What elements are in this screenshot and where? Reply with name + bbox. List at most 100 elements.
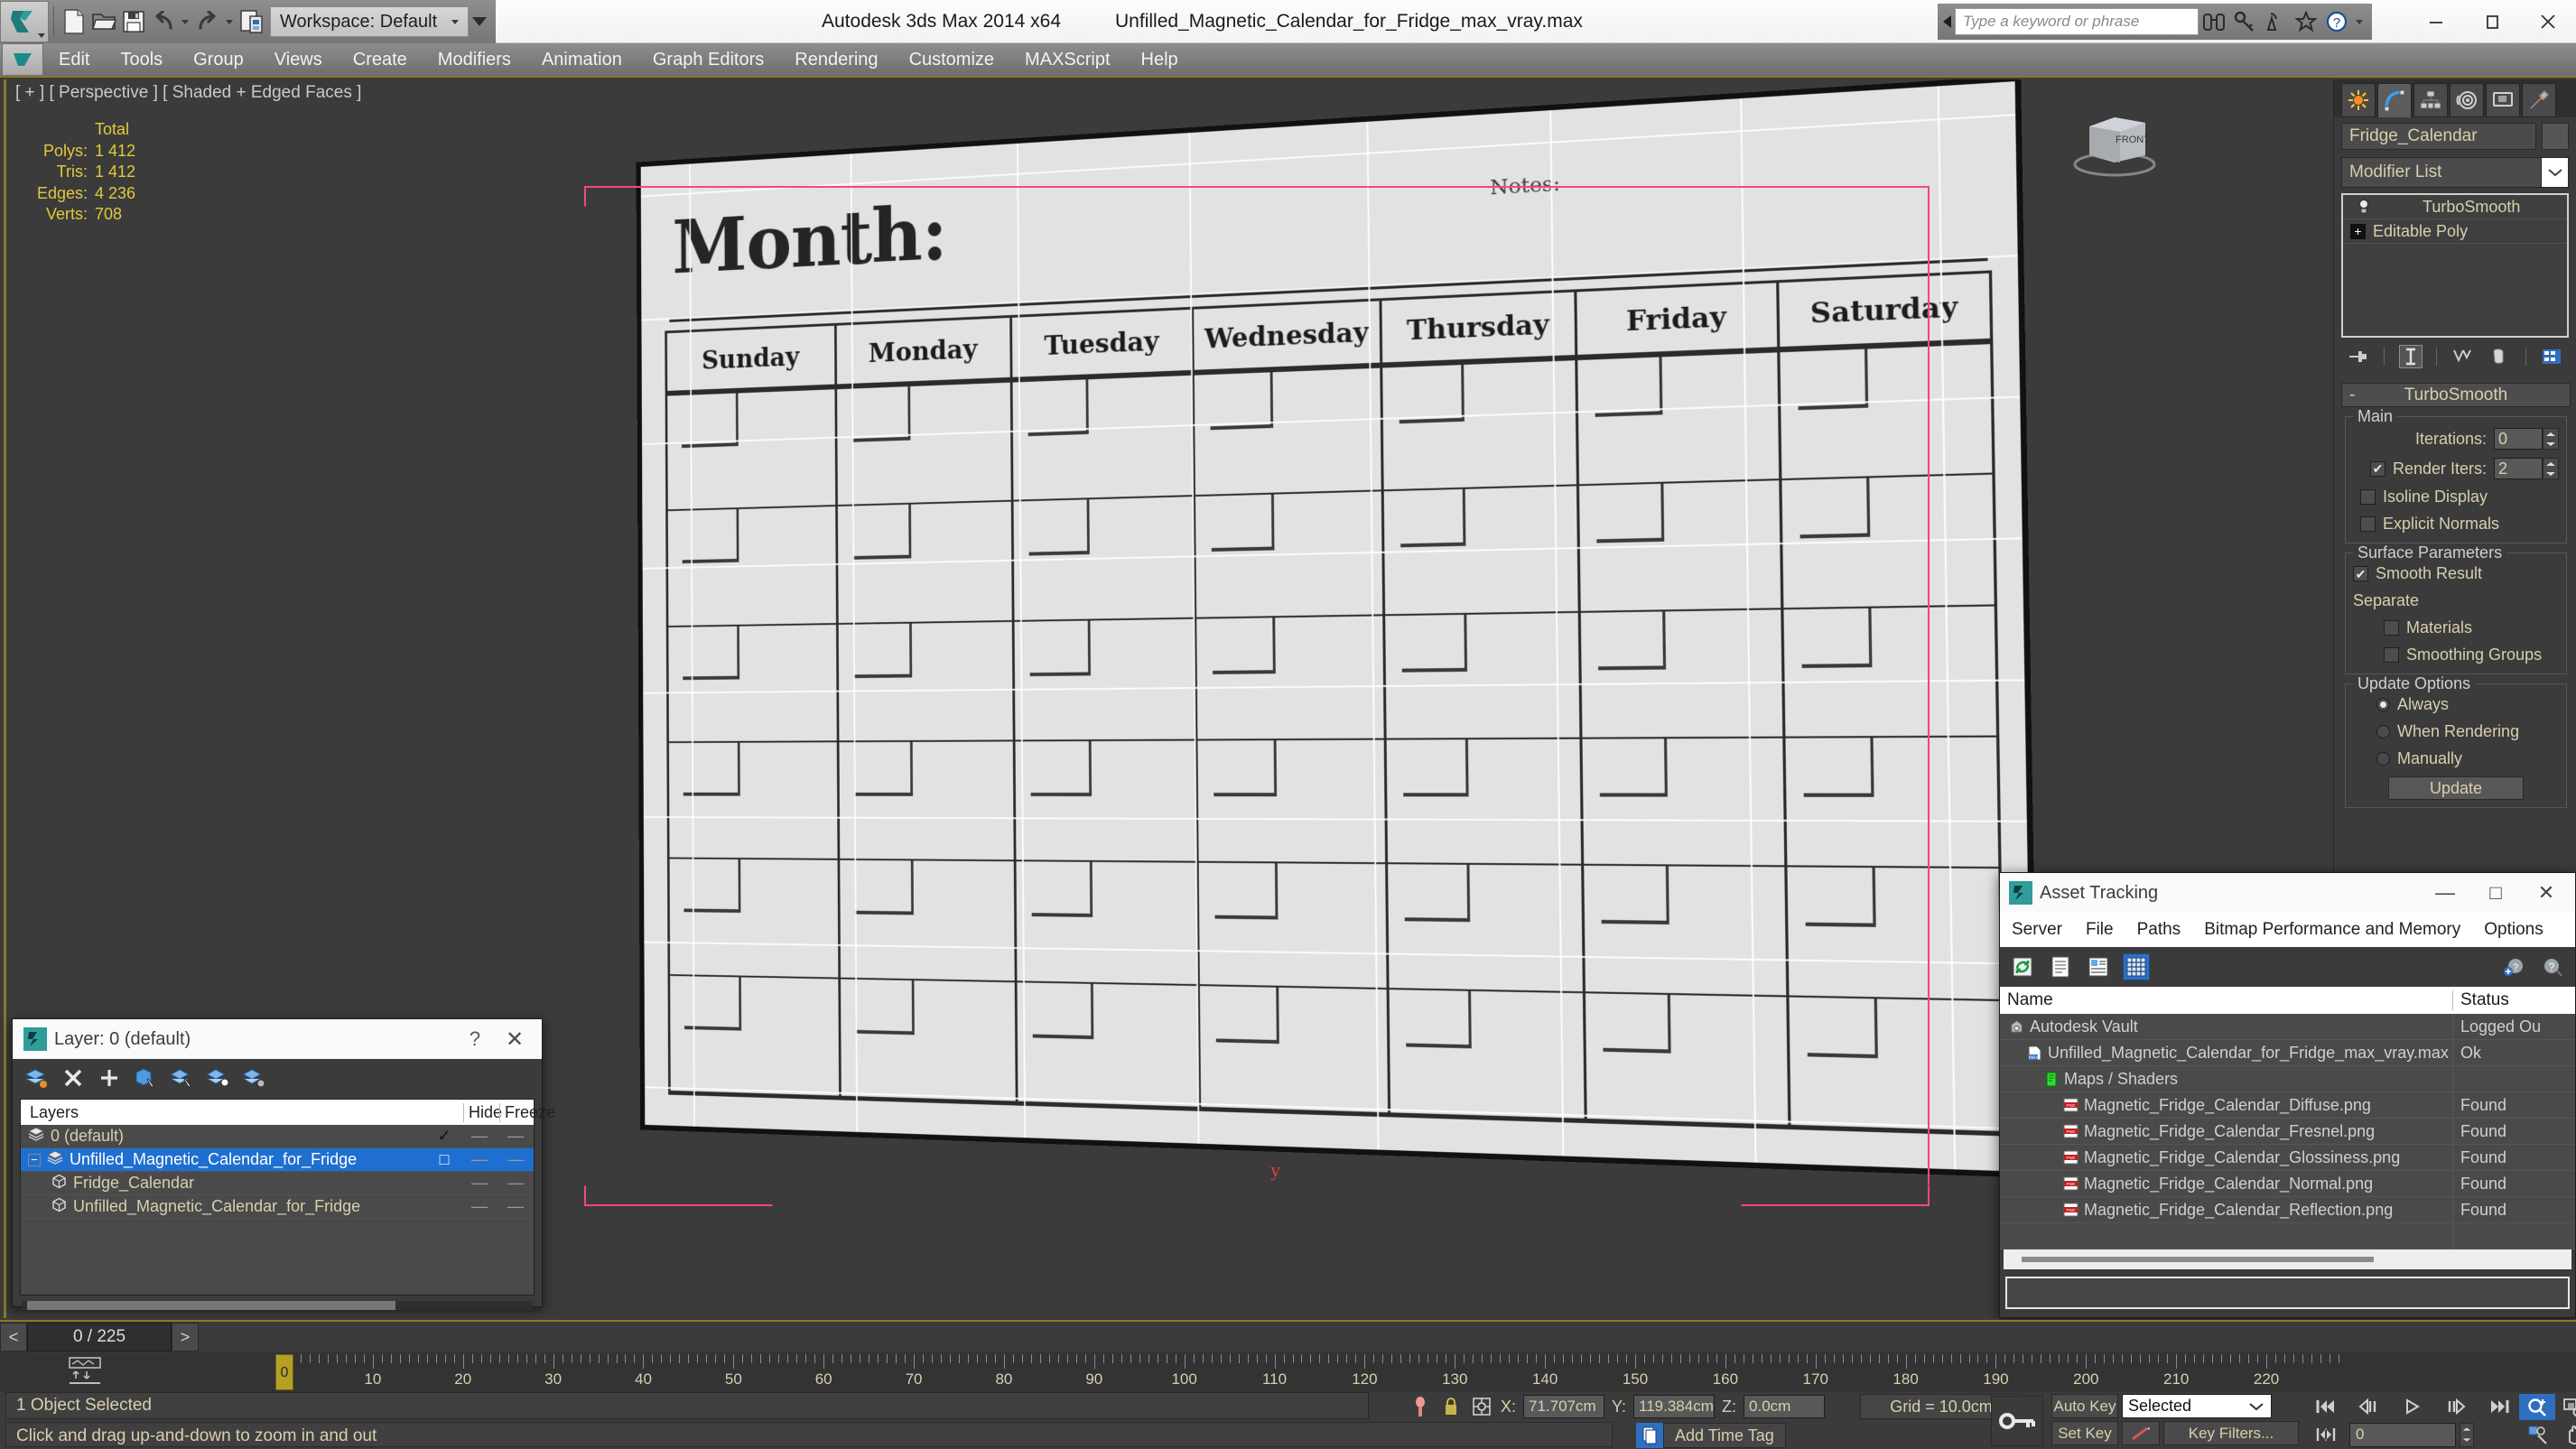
menu-item-edit[interactable]: Edit — [43, 42, 105, 77]
key-filters-button[interactable]: Key Filters... — [2163, 1421, 2299, 1445]
redo-dropdown-icon[interactable] — [222, 4, 237, 40]
layer-freeze-toggle[interactable]: — — [498, 1174, 534, 1193]
infocenter-expand-icon[interactable] — [1943, 15, 1951, 28]
asset-row[interactable] — [2000, 1222, 2575, 1249]
redo-icon[interactable] — [192, 4, 222, 40]
frame-spinner-arrows-icon[interactable] — [2460, 1422, 2474, 1447]
zoom-all-icon[interactable] — [2555, 1394, 2576, 1420]
update-button[interactable]: Update — [2388, 776, 2524, 800]
timeline-ruler[interactable]: 0 10 20 30 40 50 60 70 80 90 100 110 120 130 140 150 160… — [0, 1352, 2576, 1392]
set-key-button[interactable]: Set Key — [2051, 1421, 2118, 1445]
set-current-layer-icon[interactable] — [240, 1064, 267, 1091]
display-tab[interactable] — [2486, 83, 2520, 117]
new-file-icon[interactable] — [59, 4, 88, 40]
help-icon[interactable]: ? — [2539, 953, 2566, 980]
layer-freeze-toggle[interactable]: — — [498, 1127, 534, 1146]
detail-view-icon[interactable] — [2085, 953, 2112, 980]
update-when-rendering-row[interactable]: When Rendering — [2353, 722, 2559, 741]
workspace-selector[interactable]: Workspace: Default — [270, 6, 470, 37]
modifier-stack-item[interactable]: TurboSmooth — [2343, 195, 2567, 219]
smoothing-groups-row[interactable]: Smoothing Groups — [2353, 646, 2559, 664]
asset-menu-file[interactable]: File — [2074, 920, 2125, 940]
undo-dropdown-icon[interactable] — [178, 4, 192, 40]
set-key-mode-icon[interactable] — [2122, 1421, 2160, 1445]
window-maximize-button[interactable] — [2464, 0, 2520, 43]
smooth-result-checkbox[interactable] — [2353, 566, 2368, 581]
lightbulb-icon[interactable] — [2356, 199, 2372, 215]
play-icon[interactable] — [2393, 1394, 2432, 1419]
rollout-header[interactable]: - TurboSmooth — [2341, 383, 2571, 407]
layer-dialog-help-button[interactable]: ? — [457, 1027, 493, 1051]
viewcube[interactable]: FRONT — [2062, 99, 2171, 181]
menu-item-tools[interactable]: Tools — [105, 42, 178, 77]
asset-menu-paths[interactable]: Paths — [2125, 920, 2193, 940]
modifier-stack[interactable]: TurboSmooth + Editable Poly — [2341, 193, 2569, 338]
auto-key-button[interactable]: Auto Key — [2051, 1394, 2118, 1418]
menu-app-logo-icon[interactable] — [2, 43, 43, 76]
menu-item-help[interactable]: Help — [1126, 42, 1194, 77]
key-mode-toggle-icon[interactable] — [1991, 1396, 2043, 1446]
window-close-button[interactable] — [2520, 0, 2576, 43]
layer-dialog-close-button[interactable]: ✕ — [493, 1026, 536, 1053]
grid-view-icon[interactable] — [2123, 953, 2150, 980]
layer-dialog[interactable]: Layer: 0 (default) ? ✕ Layers Hide Freez… — [12, 1018, 555, 1310]
zoom-icon[interactable] — [2519, 1394, 2555, 1420]
key-icon[interactable] — [2229, 4, 2260, 40]
asset-row[interactable]: PNG Magnetic_Fridge_Calendar_Normal.png Fo… — [2000, 1170, 2575, 1197]
prev-frame-button[interactable]: < — [0, 1323, 27, 1351]
walkthrough-icon[interactable] — [2519, 1422, 2555, 1448]
layer-list[interactable]: Layers Hide Freeze 0 (default) ✓ — — − Unfill… — [20, 1099, 555, 1296]
asset-row[interactable]: Maps / Shaders — [2000, 1065, 2575, 1092]
smooth-result-row[interactable]: Smooth Result — [2353, 564, 2559, 583]
scrollbar-thumb[interactable] — [27, 1301, 395, 1310]
layer-hide-toggle[interactable]: — — [461, 1197, 498, 1216]
menu-item-graph-editors[interactable]: Graph Editors — [637, 42, 779, 77]
coord-y-field[interactable]: 119.384cm — [1633, 1395, 1716, 1418]
refresh-icon[interactable] — [2009, 953, 2036, 980]
window-minimize-button[interactable] — [2408, 0, 2464, 43]
asset-maximize-button[interactable]: □ — [2470, 881, 2521, 905]
pin-stack-icon[interactable] — [2347, 345, 2370, 368]
qat-more-icon[interactable] — [469, 4, 490, 40]
utilities-tab[interactable] — [2522, 83, 2556, 117]
menu-item-maxscript[interactable]: MAXScript — [1009, 42, 1125, 77]
asset-menu-options[interactable]: Options — [2472, 920, 2554, 940]
delete-layer-icon[interactable] — [60, 1064, 87, 1091]
asset-menu-server[interactable]: Server — [2000, 920, 2074, 940]
asset-table-body[interactable]: Autodesk Vault Logged Ou MAX Unfilled_Magne… — [2000, 1013, 2575, 1249]
explicit-normals-row[interactable]: Explicit Normals — [2353, 515, 2559, 534]
asset-row[interactable]: PNG Magnetic_Fridge_Calendar_Reflection.p… — [2000, 1196, 2575, 1223]
modifier-list-dropdown[interactable]: Modifier List — [2341, 157, 2569, 188]
remove-modifier-icon[interactable] — [2488, 345, 2511, 368]
help-dropdown-icon[interactable] — [2352, 4, 2367, 40]
go-to-end-icon[interactable] — [2479, 1394, 2519, 1419]
add-layer-icon[interactable] — [96, 1064, 123, 1091]
coord-z-field[interactable]: 0.0cm — [1744, 1395, 1826, 1418]
isoline-display-row[interactable]: Isoline Display — [2353, 488, 2559, 506]
render-iters-spinner[interactable]: 2 — [2494, 458, 2559, 479]
star-icon[interactable] — [2291, 4, 2321, 40]
layer-current-toggle[interactable]: ✓ — [427, 1127, 461, 1146]
layer-hide-toggle[interactable]: — — [461, 1150, 498, 1169]
save-file-icon[interactable] — [118, 4, 148, 40]
configure-sets-icon[interactable] — [2540, 345, 2563, 368]
pan-icon[interactable] — [2555, 1422, 2576, 1448]
asset-row[interactable]: PNG Magnetic_Fridge_Calendar_Fresnel.png F… — [2000, 1118, 2575, 1145]
time-slider[interactable]: 0 — [275, 1354, 293, 1390]
update-always-row[interactable]: Always — [2353, 695, 2559, 714]
scrollbar-thumb[interactable] — [2022, 1257, 2374, 1262]
menu-item-animation[interactable]: Animation — [526, 42, 637, 77]
add-time-tag-label[interactable]: Add Time Tag — [1663, 1423, 1786, 1448]
asset-menu-bitmap-performance-and-memory[interactable]: Bitmap Performance and Memory — [2192, 920, 2472, 940]
plus-box-icon[interactable]: + — [2350, 223, 2366, 239]
layer-freeze-toggle[interactable]: — — [498, 1150, 534, 1169]
select-highlighted-icon[interactable] — [168, 1064, 195, 1091]
frame-indicator[interactable]: 0 / 225 — [27, 1323, 172, 1351]
asset-status-field[interactable] — [2005, 1277, 2570, 1309]
menu-item-customize[interactable]: Customize — [894, 42, 1009, 77]
add-time-tag-group[interactable]: Add Time Tag — [1636, 1423, 1786, 1448]
layer-freeze-toggle[interactable]: — — [498, 1197, 534, 1216]
update-when-rendering-radio[interactable] — [2376, 725, 2390, 738]
layer-hide-toggle[interactable]: — — [461, 1127, 498, 1146]
absolute-relative-toggle-icon[interactable] — [1470, 1395, 1493, 1418]
